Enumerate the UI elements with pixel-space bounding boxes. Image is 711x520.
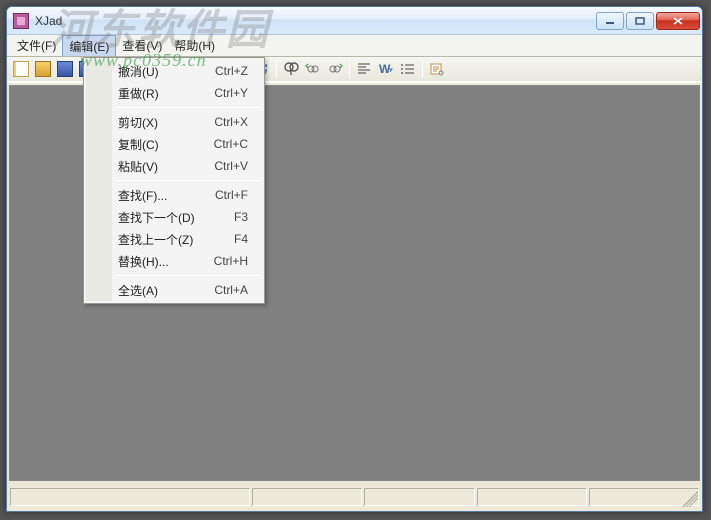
- tool-settings[interactable]: [427, 59, 447, 79]
- menu-undo[interactable]: 撤消(U) Ctrl+Z: [86, 60, 262, 82]
- menu-find-next[interactable]: 查找下一个(D) F3: [86, 206, 262, 228]
- close-button[interactable]: [656, 12, 700, 30]
- menu-item-shortcut: Ctrl+Y: [214, 86, 248, 100]
- menu-view[interactable]: 查看(V): [116, 35, 168, 56]
- app-icon: [13, 13, 29, 29]
- menu-item-shortcut: F3: [234, 210, 248, 224]
- menu-find[interactable]: 查找(F)... Ctrl+F: [86, 184, 262, 206]
- menu-separator: [116, 180, 260, 181]
- status-cell: [10, 488, 250, 506]
- tool-wrap[interactable]: W: [376, 59, 396, 79]
- tool-list[interactable]: [398, 59, 418, 79]
- menu-item-shortcut: Ctrl+C: [214, 137, 248, 151]
- window-buttons: [596, 12, 700, 30]
- menu-item-label: 复制(C): [118, 136, 159, 153]
- edit-dropdown: 撤消(U) Ctrl+Z 重做(R) Ctrl+Y 剪切(X) Ctrl+X 复…: [83, 57, 265, 304]
- menu-item-label: 剪切(X): [118, 114, 158, 131]
- menu-edit-label: 编辑(E): [69, 38, 109, 55]
- toolbar-sep: [349, 60, 350, 78]
- align-left-icon: [356, 61, 372, 77]
- tool-find-prev[interactable]: [303, 59, 323, 79]
- menu-edit[interactable]: 编辑(E): [62, 35, 116, 56]
- tool-find-next[interactable]: [325, 59, 345, 79]
- menu-separator: [116, 275, 260, 276]
- menu-select-all[interactable]: 全选(A) Ctrl+A: [86, 279, 262, 301]
- find-icon: [283, 61, 299, 77]
- status-cell: [364, 488, 474, 506]
- app-window: XJad 文件(F) 编辑(E) 查看(V) 帮助(H): [6, 6, 703, 512]
- resize-grip[interactable]: [682, 491, 698, 507]
- menu-item-shortcut: Ctrl+H: [214, 254, 248, 268]
- open-icon: [35, 61, 51, 77]
- menu-item-label: 查找(F)...: [118, 187, 167, 204]
- menu-item-label: 查找下一个(D): [118, 209, 195, 226]
- menu-redo[interactable]: 重做(R) Ctrl+Y: [86, 82, 262, 104]
- find-next-icon: [327, 61, 343, 77]
- menu-item-shortcut: Ctrl+X: [214, 115, 248, 129]
- tool-new[interactable]: [11, 59, 31, 79]
- menu-item-label: 全选(A): [118, 282, 158, 299]
- menu-item-label: 粘贴(V): [118, 158, 158, 175]
- new-icon: [13, 61, 29, 77]
- titlebar[interactable]: XJad: [7, 7, 702, 35]
- menu-file[interactable]: 文件(F): [11, 35, 62, 56]
- menu-item-label: 撤消(U): [118, 63, 159, 80]
- menu-item-label: 替换(H)...: [118, 253, 169, 270]
- menu-find-prev[interactable]: 查找上一个(Z) F4: [86, 228, 262, 250]
- maximize-button[interactable]: [626, 12, 654, 30]
- statusbar: [9, 485, 700, 509]
- menu-separator: [116, 107, 260, 108]
- settings-icon: [429, 61, 445, 77]
- menu-cut[interactable]: 剪切(X) Ctrl+X: [86, 111, 262, 133]
- menubar: 文件(F) 编辑(E) 查看(V) 帮助(H): [7, 35, 702, 57]
- tool-find[interactable]: [281, 59, 301, 79]
- find-prev-icon: [305, 61, 321, 77]
- list-icon: [400, 61, 416, 77]
- menu-view-label: 查看(V): [122, 37, 162, 54]
- window-title: XJad: [35, 14, 596, 28]
- status-cell: [477, 488, 587, 506]
- menu-item-label: 查找上一个(Z): [118, 231, 193, 248]
- toolbar-sep: [276, 60, 277, 78]
- menu-item-shortcut: Ctrl+V: [214, 159, 248, 173]
- menu-item-shortcut: Ctrl+Z: [215, 64, 248, 78]
- menu-item-shortcut: Ctrl+A: [214, 283, 248, 297]
- wrap-icon: W: [378, 61, 394, 77]
- menu-paste[interactable]: 粘贴(V) Ctrl+V: [86, 155, 262, 177]
- menu-help-label: 帮助(H): [174, 37, 215, 54]
- menu-replace[interactable]: 替换(H)... Ctrl+H: [86, 250, 262, 272]
- menu-copy[interactable]: 复制(C) Ctrl+C: [86, 133, 262, 155]
- menu-file-label: 文件(F): [17, 37, 56, 54]
- minimize-button[interactable]: [596, 12, 624, 30]
- menu-item-shortcut: F4: [234, 232, 248, 246]
- menu-item-label: 重做(R): [118, 85, 159, 102]
- tool-align[interactable]: [354, 59, 374, 79]
- status-cell: [252, 488, 362, 506]
- menu-help[interactable]: 帮助(H): [168, 35, 221, 56]
- tool-save[interactable]: [55, 59, 75, 79]
- toolbar-sep: [422, 60, 423, 78]
- tool-open[interactable]: [33, 59, 53, 79]
- menu-item-shortcut: Ctrl+F: [215, 188, 248, 202]
- save-icon: [57, 61, 73, 77]
